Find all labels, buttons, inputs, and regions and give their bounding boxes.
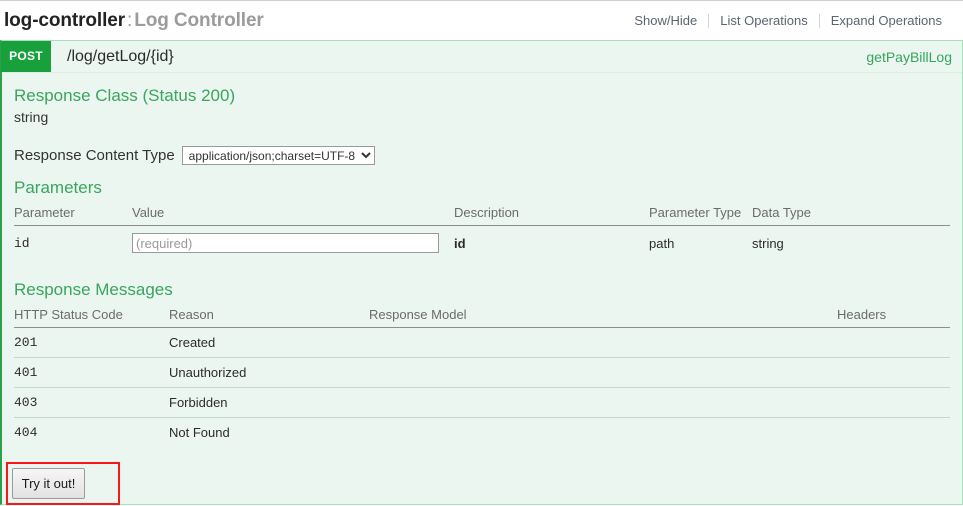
column-header-description: Description [454, 201, 649, 226]
resource-title[interactable]: log-controller: Log Controller [4, 10, 264, 32]
response-messages-title: Response Messages [14, 280, 173, 299]
try-it-out-button[interactable]: Try it out! [12, 468, 85, 499]
resource-header: log-controller: Log Controller Show/Hide … [0, 1, 963, 40]
column-header-parameter: Parameter [14, 201, 132, 226]
status-response-model [369, 418, 837, 448]
parameter-data-type: string [752, 235, 784, 251]
column-header-parameter-type: Parameter Type [649, 201, 752, 226]
column-header-headers: Headers [837, 303, 950, 328]
status-response-model [369, 357, 837, 388]
status-reason: Not Found [169, 425, 230, 440]
status-reason: Unauthorized [169, 357, 369, 388]
operation-nickname: getPayBillLog [866, 48, 952, 65]
resource-options: Show/Hide List Operations Expand Operati… [623, 13, 953, 28]
table-row: 401 Unauthorized [14, 357, 950, 388]
status-headers [837, 327, 950, 358]
status-headers [837, 418, 950, 448]
response-messages-section: Response Messages HTTP Status Code Reaso… [14, 280, 950, 447]
operation-block: POST /log/getLog/{id} getPayBillLog Resp… [0, 40, 963, 505]
swagger-ui-page: log-controller: Log Controller Show/Hide … [0, 0, 963, 506]
http-method-badge: POST [1, 41, 51, 72]
parameter-type: path [649, 235, 675, 251]
parameters-section: Parameters Parameter Value Description P… [14, 178, 950, 260]
table-row: 404 Not Found [14, 418, 950, 448]
resource-description: Log Controller [134, 9, 264, 31]
status-reason: Created [169, 327, 369, 358]
show-hide-link[interactable]: Show/Hide [623, 13, 708, 28]
table-row: 201 Created [14, 327, 950, 358]
status-code: 404 [14, 425, 38, 440]
response-content-type-select[interactable]: application/json;charset=UTF-8 [181, 146, 375, 165]
table-row: id id path string [14, 226, 950, 261]
try-it-out-annotation-box: Try it out! [6, 462, 120, 505]
column-header-data-type: Data Type [752, 201, 950, 226]
status-headers [837, 357, 950, 388]
column-header-response-model: Response Model [369, 303, 837, 328]
column-header-value: Value [132, 201, 454, 226]
response-class-model-type: string [14, 109, 49, 125]
response-class-title: Response Class (Status 200) [14, 86, 236, 105]
expand-operations-link[interactable]: Expand Operations [820, 13, 953, 28]
response-messages-header-row: HTTP Status Code Reason Response Model H… [14, 303, 950, 328]
column-header-reason: Reason [169, 303, 369, 328]
parameter-description: id [454, 235, 466, 251]
resource-title-separator: : [127, 9, 133, 31]
operation-content: Response Class (Status 200) string Respo… [2, 73, 962, 504]
column-header-http-status-code: HTTP Status Code [14, 303, 169, 328]
resource-name: log-controller [4, 9, 126, 31]
parameter-value-input[interactable] [132, 233, 439, 253]
status-reason: Forbidden [169, 387, 369, 418]
status-response-model [369, 327, 837, 358]
response-messages-table: HTTP Status Code Reason Response Model H… [14, 303, 950, 447]
table-row: 403 Forbidden [14, 387, 950, 418]
status-response-model [369, 387, 837, 418]
response-content-type-label: Response Content Type [14, 147, 175, 164]
response-content-type-row: Response Content Type application/json;c… [14, 146, 950, 165]
operation-path[interactable]: /log/getLog/{id} [67, 48, 866, 66]
parameters-title: Parameters [14, 178, 102, 197]
status-code: 201 [14, 327, 169, 358]
operation-heading[interactable]: POST /log/getLog/{id} getPayBillLog [1, 41, 962, 73]
list-operations-link[interactable]: List Operations [709, 13, 818, 28]
status-code: 403 [14, 387, 169, 418]
parameters-table: Parameter Value Description Parameter Ty… [14, 201, 950, 260]
status-headers [837, 387, 950, 418]
parameter-name: id [14, 235, 30, 251]
status-code: 401 [14, 357, 169, 388]
parameters-header-row: Parameter Value Description Parameter Ty… [14, 201, 950, 226]
parameter-value-cell [132, 226, 454, 261]
